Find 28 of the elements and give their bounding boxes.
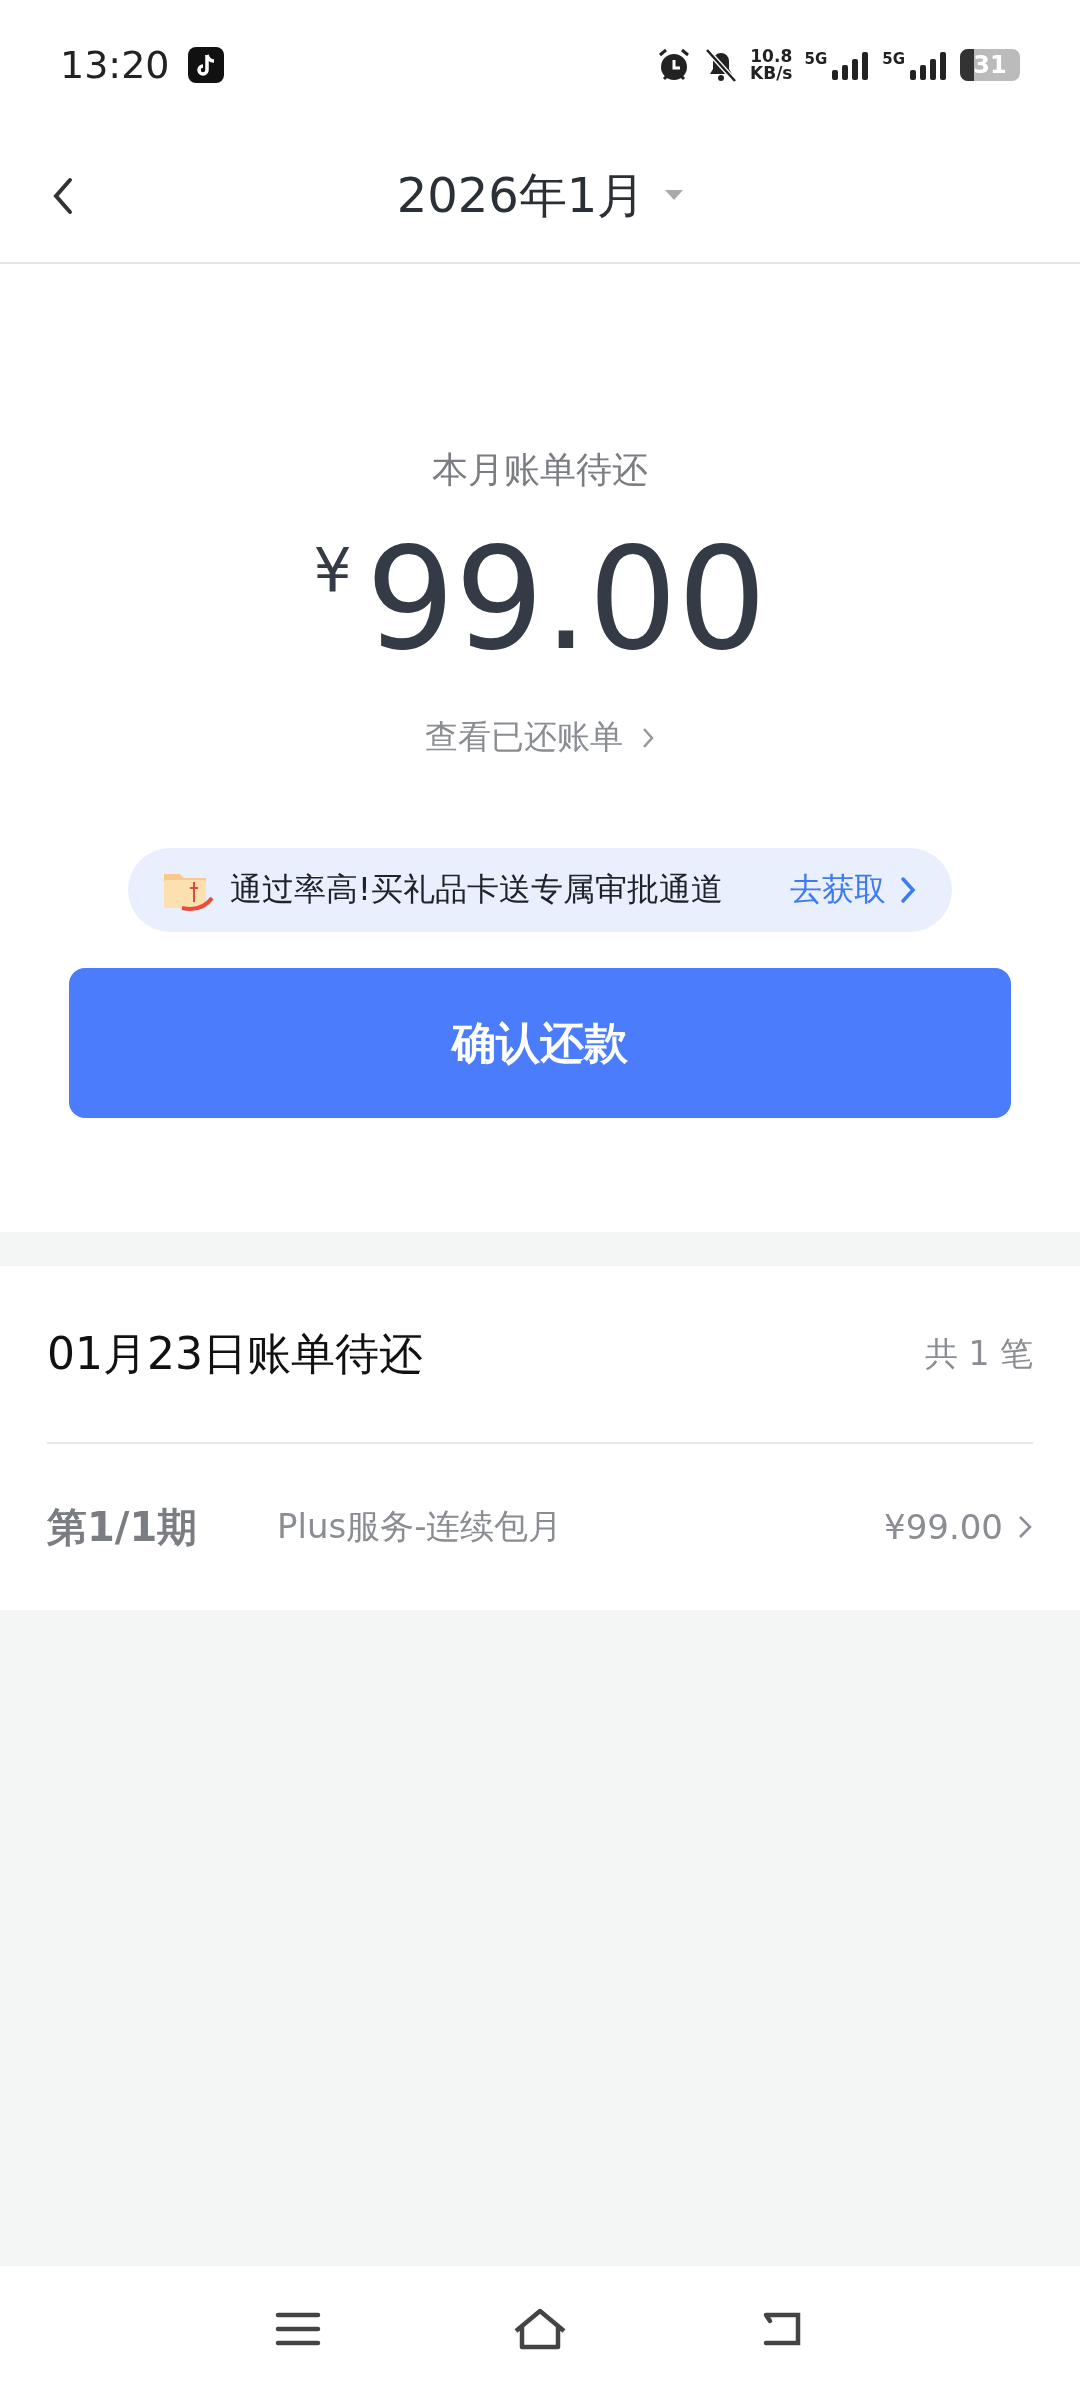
network-speed-unit: KB/s [750, 65, 793, 82]
network-type: 5G [804, 50, 828, 68]
month-picker[interactable]: 2026年1月 [396, 164, 684, 228]
signal-icon [830, 50, 871, 80]
signal-icon [908, 50, 948, 80]
bill-date-title: 01月23日账单待还 [47, 1326, 423, 1381]
promo-text: 通过率高!买礼品卡送专属审批通道 [230, 869, 724, 910]
muted-bell-icon [704, 47, 739, 83]
bill-count: 共 1 笔 [925, 1332, 1033, 1375]
network-type: 5G [882, 50, 905, 68]
network-speed: 10.8 [750, 48, 793, 65]
amount-due: 99.00 [365, 525, 767, 675]
promo-link[interactable]: 去获取 [790, 868, 916, 912]
paid-bills-link[interactable]: 查看已还账单 [425, 715, 655, 760]
service-name: Plus服务-连续包月 [277, 1505, 564, 1548]
chevron-right-icon [900, 876, 916, 904]
chevron-right-icon [1017, 1514, 1033, 1540]
installment-row[interactable]: 第1/1期 Plus服务-连续包月 ¥99.00 [47, 1444, 1033, 1610]
clock-time: 13:20 [60, 43, 170, 87]
battery-icon: 31 [960, 49, 1020, 81]
music-note-app-icon [187, 47, 224, 83]
confirm-repay-button[interactable]: 确认还款 [69, 968, 1011, 1118]
installment-amount: ¥99.00 [884, 1507, 1003, 1547]
dropdown-caret-icon [665, 190, 684, 202]
bill-due-label: 本月账单待还 [432, 448, 648, 492]
home-button[interactable] [512, 2307, 568, 2351]
currency-symbol: ¥ [313, 535, 352, 605]
installment-period: 第1/1期 [47, 1502, 199, 1552]
